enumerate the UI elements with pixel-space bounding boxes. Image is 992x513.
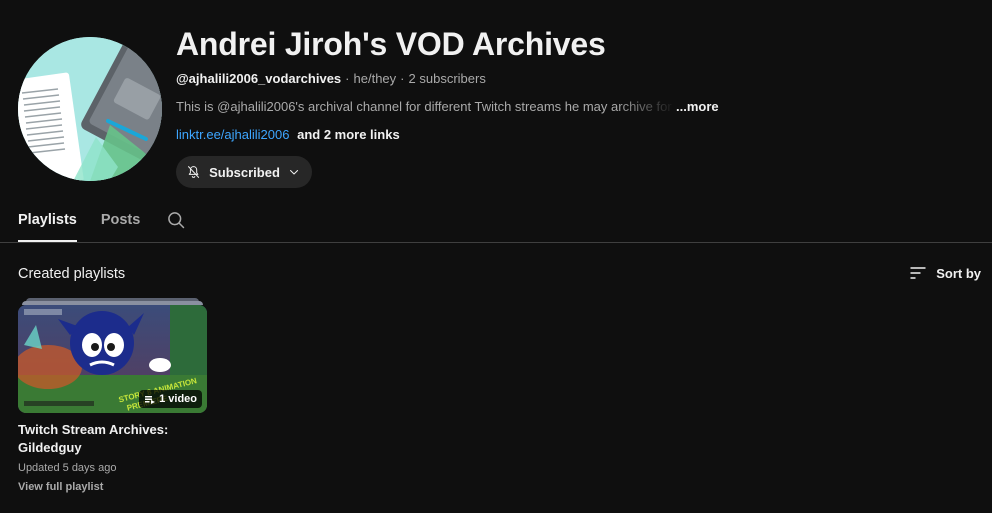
tab-posts[interactable]: Posts <box>101 200 141 242</box>
subscribed-label: Subscribed <box>209 164 280 180</box>
separator-dot: · <box>400 71 405 86</box>
video-count-badge: 1 video <box>139 390 202 408</box>
tabs-divider <box>0 242 992 243</box>
section-title: Created playlists <box>18 266 126 282</box>
description-more-link[interactable]: ...more <box>676 98 719 116</box>
channel-title: Andrei Jiroh's VOD Archives <box>176 26 606 62</box>
sort-by-button[interactable]: Sort by <box>908 263 981 283</box>
channel-links: linktr.ee/ajhalili2006 and 2 more links <box>176 126 896 144</box>
playlist-icon <box>145 396 156 404</box>
description-text: This is @ajhalili2006's archival channel… <box>176 99 676 114</box>
channel-tabs: Playlists Posts <box>18 200 186 242</box>
channel-meta: Andrei Jiroh's VOD Archives @ajhalili200… <box>176 24 896 144</box>
sort-by-label: Sort by <box>936 265 981 281</box>
view-full-playlist-link[interactable]: View full playlist <box>18 479 207 495</box>
playlist-thumbnail[interactable]: STORY 8 ANIMATION PREMIERE 1 video <box>18 305 207 413</box>
channel-link[interactable]: linktr.ee/ajhalili2006 <box>176 127 289 142</box>
video-count: 1 video <box>159 393 197 405</box>
more-links[interactable]: and 2 more links <box>297 127 400 142</box>
playlist-thumbnail-stack[interactable]: STORY 8 ANIMATION PREMIERE 1 video <box>18 298 207 414</box>
subscribed-button[interactable]: Subscribed <box>176 156 312 188</box>
channel-pronouns: he/they <box>353 71 397 86</box>
tab-playlists[interactable]: Playlists <box>18 200 77 242</box>
channel-handle: @ajhalili2006_vodarchives <box>176 71 342 86</box>
avatar-illustration <box>18 37 162 181</box>
playlist-title[interactable]: Twitch Stream Archives: Gildedguy <box>18 421 178 457</box>
channel-description[interactable]: This is @ajhalili2006's archival channel… <box>176 98 896 116</box>
playlist-updated: Updated 5 days ago <box>18 462 117 474</box>
channel-page: Andrei Jiroh's VOD Archives @ajhalili200… <box>0 0 992 513</box>
sort-icon <box>910 267 926 279</box>
separator-dot: · <box>345 71 350 86</box>
playlist-card[interactable]: STORY 8 ANIMATION PREMIERE 1 video <box>18 298 207 495</box>
channel-avatar[interactable] <box>18 37 162 181</box>
search-icon[interactable] <box>166 210 186 230</box>
channel-subline: @ajhalili2006_vodarchives · he/they · 2 subs… <box>176 70 896 88</box>
chevron-down-icon <box>289 169 298 175</box>
bell-off-icon <box>188 166 200 178</box>
subscriber-count: 2 subscribers <box>408 71 486 86</box>
